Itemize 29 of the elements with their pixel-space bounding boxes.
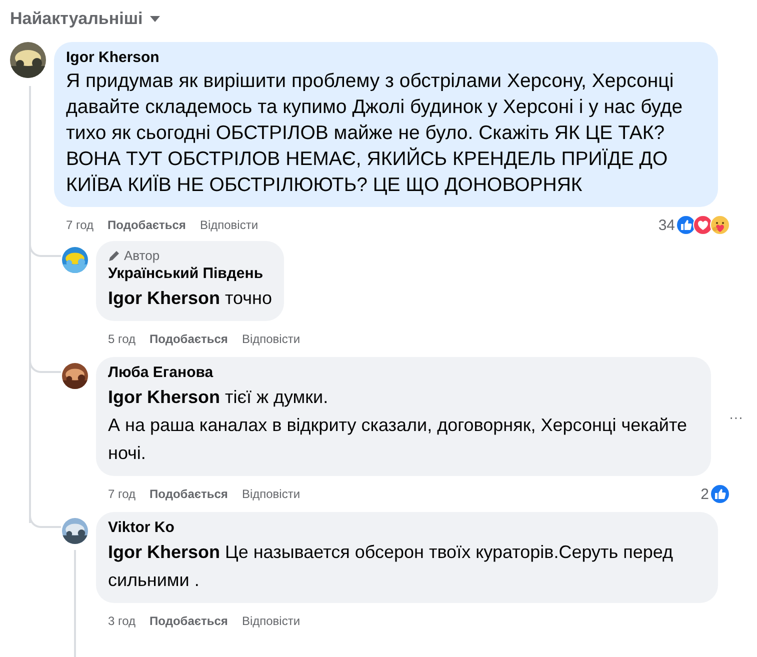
more-options-button[interactable]: ··· <box>725 404 747 428</box>
reply-link[interactable]: Відповісти <box>242 487 300 501</box>
like-link[interactable]: Подобається <box>108 218 186 232</box>
pencil-icon <box>108 250 120 262</box>
comment-text: Я придумав як вирішити проблему з обстрілами Херсону, Херсонці давайте складемось та купимо Джолі будинок у Херсоні і у нас буде тихо як сьогодні ОБСТРІЛОВ майже не було. Скажіть ЯК ЦЕ ТАК? ВОНА ТУТ ОБСТРІЛОВ НЕМАЄ, ЯКИЙСЬ КРЕНДЕЛЬ ПРИЇДЕ ДО КИЇВА КИЇВ НЕ ОБСТРІЛЮЮТЬ? ЦЕ ЩО ДОНОВОРНЯК <box>66 70 683 196</box>
reply-link[interactable]: Відповісти <box>242 332 300 346</box>
hug-emoji-icon <box>710 215 730 235</box>
sort-label[interactable]: Найактуальніші <box>10 9 143 29</box>
timestamp[interactable]: 7 год <box>66 218 94 232</box>
reply-link[interactable]: Відповісти <box>200 218 258 232</box>
author-name[interactable]: Viktor Ko <box>108 519 174 536</box>
timestamp[interactable]: 3 год <box>108 614 136 628</box>
comment-text: Igor Kherson тієї ж думки. А на раша каналах в відкриту сказали, договорняк, Херсонці чекайте ночі. <box>108 387 688 463</box>
comment-text: Igor Kherson точно <box>108 288 272 308</box>
like-link[interactable]: Подобається <box>150 332 228 346</box>
reply-link[interactable]: Відповісти <box>242 614 300 628</box>
author-name[interactable]: Люба Еганова <box>108 364 214 381</box>
author-label: Автор <box>124 248 160 263</box>
like-icon <box>710 484 730 504</box>
timestamp[interactable]: 7 год <box>108 487 136 501</box>
comment-text: Igor Kherson Це называется обсерон твоїх кураторів.Серуть перед сильними . <box>108 542 674 590</box>
timestamp[interactable]: 5 год <box>108 332 136 346</box>
reaction-count[interactable]: 34 <box>658 216 675 234</box>
caret-icon[interactable] <box>148 15 161 23</box>
author-name[interactable]: Український Південь <box>108 265 264 282</box>
like-link[interactable]: Подобається <box>150 487 228 501</box>
reaction-count[interactable]: 2 <box>700 486 709 502</box>
author-name[interactable]: Igor Kherson <box>66 49 160 66</box>
like-link[interactable]: Подобається <box>150 614 228 628</box>
